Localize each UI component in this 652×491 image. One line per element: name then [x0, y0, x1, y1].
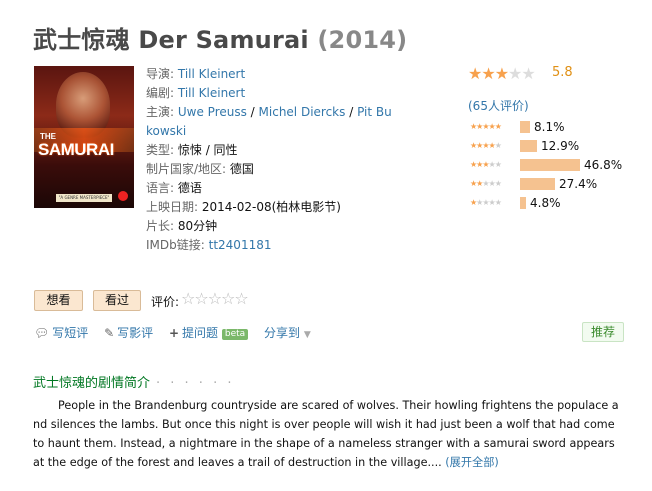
cast-separator: / [345, 105, 358, 119]
rating-breakdown-row: ★★★★★ 27.4% [468, 177, 638, 191]
runtime-value: 80分钟 [177, 219, 218, 233]
rating-breakdown-row: ★★★★★ 12.9% [468, 139, 638, 153]
title-cn: 武士惊魂 [33, 26, 130, 54]
mini-stars-icon: ★★★★★ [470, 141, 502, 150]
cast-label: 主演: [146, 105, 175, 119]
write-short-review[interactable]: 💬︎ 写短评 [34, 326, 88, 340]
movie-poster[interactable]: THE SAMURAI "A GENRE MASTERPIECE" [34, 66, 134, 208]
ask-question-link[interactable]: 提问题 [182, 326, 218, 340]
star-outline-icon[interactable]: ☆ [221, 289, 235, 308]
mini-stars-icon: ★★★★★ [470, 179, 502, 188]
synopsis-heading: 武士惊魂的剧情简介 · · · · · · [33, 372, 234, 391]
cast-separator: / [246, 105, 259, 119]
imdb-row: IMDb链接: tt2401181 [146, 236, 396, 255]
rating-bar [520, 159, 580, 171]
pencil-icon: ✎ [104, 326, 115, 340]
country-value: 德国 [229, 162, 254, 176]
title-year: (2014) [317, 26, 408, 54]
rating-breakdown-row: ★★★★★ 8.1% [468, 120, 638, 134]
page-title: 武士惊魂 Der Samurai (2014) [33, 20, 407, 55]
director-row: 导演: Till Kleinert [146, 65, 396, 84]
mini-stars-icon: ★★★★★ [470, 122, 502, 131]
ask-question[interactable]: + 提问题 beta [168, 326, 249, 340]
star-outline-icon[interactable]: ☆ [181, 289, 195, 308]
rating-percent: 8.1% [534, 120, 565, 134]
write-review-link[interactable]: 写影评 [117, 326, 153, 340]
synopsis-title: 武士惊魂的剧情简介 [33, 376, 151, 391]
recommend-button[interactable]: 推荐 [582, 322, 624, 342]
cast-row: 主演: Uwe Preuss / Michel Diercks / Pit Bu… [146, 103, 396, 141]
country-label: 制片国家/地区: [146, 162, 227, 176]
writer-row: 编剧: Till Kleinert [146, 84, 396, 103]
rating-percent: 27.4% [559, 177, 598, 191]
release-value: 2014-02-08(柏林电影节) [201, 200, 341, 214]
rating-percent: 46.8% [584, 158, 623, 172]
synopsis-text: People in the Brandenburg countryside ar… [33, 396, 619, 472]
language-label: 语言: [146, 181, 175, 195]
synopsis-body: People in the Brandenburg countryside ar… [33, 399, 619, 469]
chevron-down-icon: ▼ [303, 330, 311, 340]
star-filled-icon: ★ [468, 64, 482, 83]
star-outline-icon[interactable]: ☆ [208, 289, 222, 308]
rating-score: 5.8 [552, 65, 573, 80]
rating-breakdown-row: ★★★★★ 46.8% [468, 158, 638, 172]
imdb-link[interactable]: tt2401181 [209, 238, 272, 252]
cast-link-michel-diercks[interactable]: Michel Diercks [259, 105, 346, 119]
runtime-label: 片长: [146, 219, 175, 233]
rating-bar [520, 121, 530, 133]
movie-info: 导演: Till Kleinert 编剧: Till Kleinert 主演: … [146, 65, 396, 255]
rating-bar [520, 140, 537, 152]
release-row: 上映日期: 2014-02-08(柏林电影节) [146, 198, 396, 217]
write-short-review-link[interactable]: 写短评 [52, 326, 88, 340]
synopsis-dots: · · · · · · [156, 376, 235, 391]
star-filled-icon: ★ [494, 64, 509, 83]
release-label: 上映日期: [146, 200, 199, 214]
genre-label: 类型: [146, 143, 175, 157]
star-filled-icon: ★ [481, 64, 495, 83]
votes-link[interactable]: (65人评价) [468, 97, 529, 114]
rating-percent: 4.8% [530, 196, 561, 210]
genre-value: 惊悚 / 同性 [177, 143, 238, 157]
want-to-watch-button[interactable]: 想看 [34, 290, 83, 311]
rating-bar [520, 178, 555, 190]
star-outline-icon[interactable]: ☆ [234, 289, 248, 308]
beta-badge: beta [221, 329, 249, 340]
rate-stars-input[interactable]: ☆☆☆☆☆ [181, 289, 249, 308]
country-row: 制片国家/地区: 德国 [146, 160, 396, 179]
poster-rating-badge [118, 191, 128, 201]
rating-panel: ★★★★★ 5.8 (65人评价) ★★★★★ 8.1% ★★★★★ 12.9% ★★★… [468, 64, 638, 210]
star-empty-icon: ★ [521, 64, 535, 83]
expand-all-link[interactable]: (展开全部) [445, 456, 498, 469]
poster-title: SAMURAI [38, 140, 114, 159]
rating-percent: 12.9% [541, 139, 580, 153]
share-dropdown[interactable]: 分享到 ▼ [264, 326, 311, 340]
share-link[interactable]: 分享到 [264, 326, 300, 340]
rating-bar [520, 197, 526, 209]
title-en: Der Samurai [138, 26, 309, 54]
runtime-row: 片长: 80分钟 [146, 217, 396, 236]
poster-quote: "A GENRE MASTERPIECE" [56, 194, 112, 202]
rate-label: 评价: [151, 295, 180, 309]
speech-bubble-icon: 💬︎ [34, 326, 50, 340]
director-link[interactable]: Till Kleinert [178, 67, 245, 81]
imdb-label: IMDb链接: [146, 238, 205, 252]
star-outline-icon[interactable]: ☆ [194, 289, 208, 308]
watched-button[interactable]: 看过 [93, 290, 141, 311]
language-row: 语言: 德语 [146, 179, 396, 198]
rating-breakdown-row: ★★★★★ 4.8% [468, 196, 638, 210]
star-empty-icon: ★ [508, 64, 522, 83]
writer-label: 编剧: [146, 86, 175, 100]
writer-link[interactable]: Till Kleinert [178, 86, 245, 100]
genre-row: 类型: 惊悚 / 同性 [146, 141, 396, 160]
mini-stars-icon: ★★★★★ [470, 198, 502, 207]
mini-stars-icon: ★★★★★ [470, 160, 502, 169]
director-label: 导演: [146, 67, 175, 81]
write-review[interactable]: ✎ 写影评 [104, 326, 153, 340]
action-bar: 💬︎ 写短评 ✎ 写影评 + 提问题 beta 分享到 ▼ [34, 324, 323, 341]
language-value: 德语 [177, 181, 202, 195]
plus-icon: + [168, 326, 180, 340]
cast-link-uwe-preuss[interactable]: Uwe Preuss [178, 105, 247, 119]
